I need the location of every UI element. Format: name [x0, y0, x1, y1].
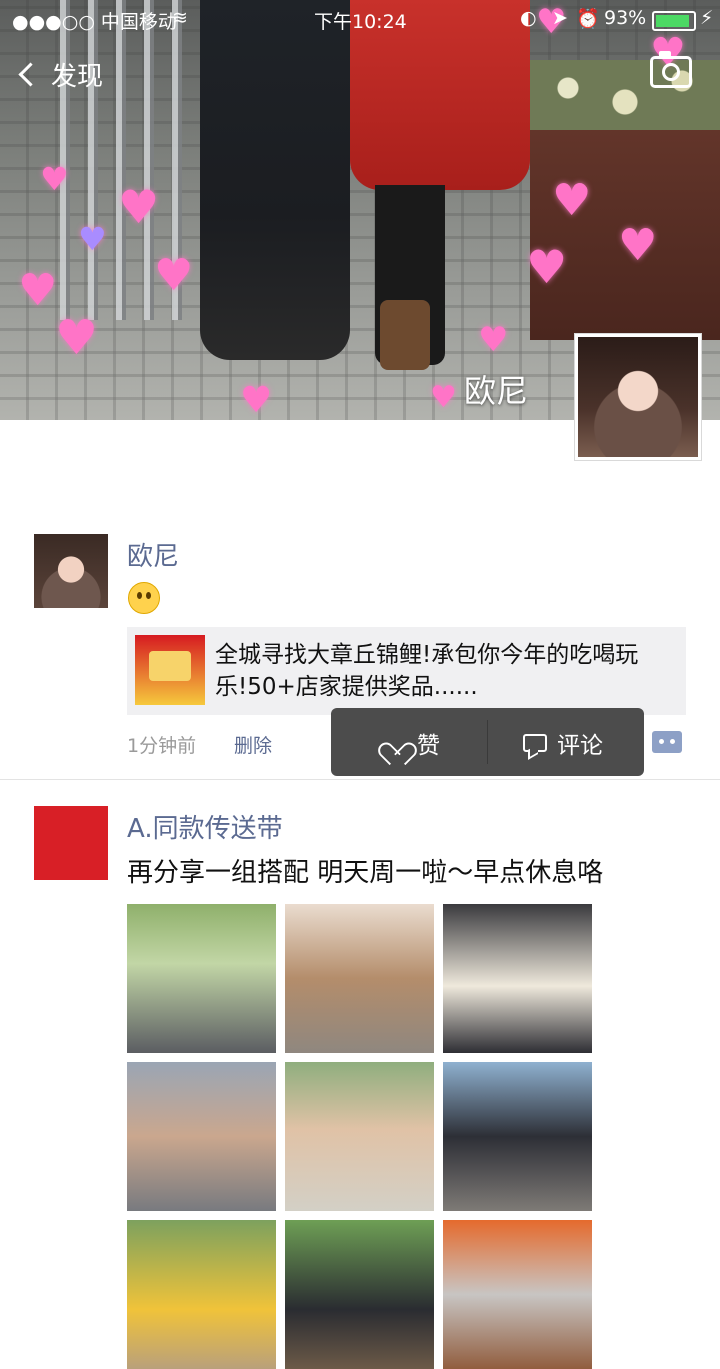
back-label: 发现: [51, 62, 104, 92]
comment-button[interactable]: 评论: [523, 726, 603, 760]
status-bar: ●●●○○ 中国移动 ≋ 下午10:24 ◐ ➤ ⏰ 93% ⚡: [0, 0, 720, 38]
photo-thumbnail[interactable]: [127, 904, 276, 1053]
shared-link-card[interactable]: 全城寻找大章丘锦鲤!承包你今年的吃喝玩乐!50+店家提供奖品......: [127, 627, 686, 715]
heart-sticker-icon: ♥: [618, 220, 658, 271]
heart-sticker-icon: ♥: [240, 380, 273, 420]
post-timestamp: 1分钟前: [127, 735, 197, 757]
heart-sticker-icon: ♥: [430, 380, 457, 415]
heart-outline-icon: [385, 733, 407, 753]
heart-sticker-icon: ♥: [552, 175, 592, 226]
photo-thumbnail[interactable]: [285, 1220, 434, 1369]
battery-fill: [656, 15, 690, 27]
photo-thumbnail[interactable]: [285, 904, 434, 1053]
post-author-name[interactable]: 欧尼: [127, 536, 179, 573]
post-text: 再分享一组搭配 明天周一啦～早点休息咯: [127, 858, 604, 888]
smiley-emoji-icon: [128, 582, 160, 614]
carrier-label: ●●●○○ 中国移动: [12, 11, 177, 33]
battery-percent-label: 93%: [604, 7, 647, 29]
post-divider: [0, 779, 720, 780]
action-popup: 赞 评论: [331, 708, 644, 776]
alarm-icon: ⏰: [576, 8, 600, 30]
post-author-name[interactable]: A.同款传送带: [127, 808, 283, 845]
cover-username: 欧尼: [464, 372, 529, 410]
like-label: 赞: [417, 733, 440, 759]
heart-sticker-icon: ♥: [78, 220, 107, 258]
like-button[interactable]: 赞: [385, 726, 440, 760]
back-button[interactable]: 发现: [18, 56, 104, 93]
chevron-left-icon: [18, 62, 43, 87]
photo-thumbnail[interactable]: [443, 904, 592, 1053]
avatar-image: [578, 337, 698, 457]
photo-thumbnail[interactable]: [443, 1062, 592, 1211]
heart-sticker-icon: ♥: [55, 310, 99, 366]
charging-icon: ⚡: [700, 7, 714, 29]
heart-sticker-icon: ♥: [526, 240, 568, 294]
photo-thumbnail[interactable]: [443, 1220, 592, 1369]
avatar[interactable]: [34, 534, 108, 608]
link-thumbnail: [135, 635, 205, 705]
photo-thumbnail[interactable]: [127, 1220, 276, 1369]
camera-icon[interactable]: [650, 51, 692, 88]
battery-icon: [652, 11, 696, 31]
photo-thumbnail[interactable]: [127, 1062, 276, 1211]
photo-grid: [127, 904, 597, 1369]
avatar[interactable]: [34, 806, 108, 880]
location-icon: ➤: [552, 7, 568, 29]
heart-sticker-icon: ♥: [40, 160, 69, 198]
comment-label: 评论: [557, 733, 603, 759]
popup-divider: [487, 720, 488, 764]
heart-sticker-icon: ♥: [18, 265, 58, 316]
nav-bar: 发现: [0, 44, 720, 104]
cover-boot: [380, 300, 430, 370]
cover-avatar[interactable]: [574, 333, 702, 461]
comment-bubble-icon: [523, 734, 547, 752]
wifi-icon: ≋: [172, 7, 188, 29]
heart-sticker-icon: ♥: [154, 250, 194, 301]
delete-link[interactable]: 删除: [234, 731, 272, 758]
orientation-lock-icon: ◐: [520, 7, 537, 29]
photo-thumbnail[interactable]: [285, 1062, 434, 1211]
heart-sticker-icon: ♥: [478, 320, 509, 360]
link-title: 全城寻找大章丘锦鲤!承包你今年的吃喝玩乐!50+店家提供奖品......: [215, 642, 639, 700]
more-actions-button[interactable]: [652, 731, 682, 753]
heart-sticker-icon: ♥: [118, 180, 160, 234]
clock-label: 下午10:24: [314, 11, 407, 33]
